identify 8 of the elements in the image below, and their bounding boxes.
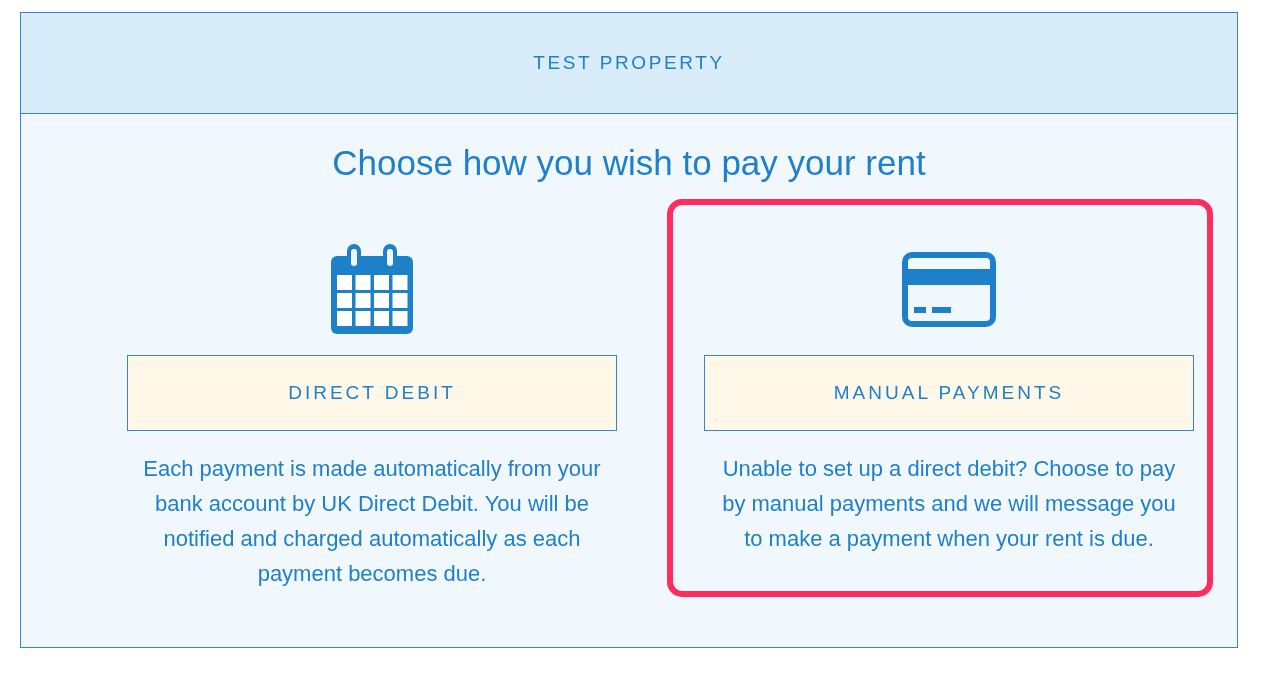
option-description: Unable to set up a direct debit? Choose to pay by manual payments and we will message you to make a payment when your rent is due.: [721, 455, 1177, 553]
page-heading: Choose how you wish to pay your rent: [332, 143, 926, 183]
property-title: TEST PROPERTY: [533, 52, 725, 74]
calendar-icon: [331, 244, 413, 334]
payment-option-button[interactable]: MANUAL PAYMENTS: [704, 355, 1194, 431]
payment-option-button[interactable]: DIRECT DEBIT: [127, 355, 617, 431]
option-description: Each payment is made automatically from your bank account by UK Direct Debit. You will be notified and charged automatically as each payment becomes due.: [142, 455, 602, 588]
credit-card-icon: [902, 251, 996, 327]
